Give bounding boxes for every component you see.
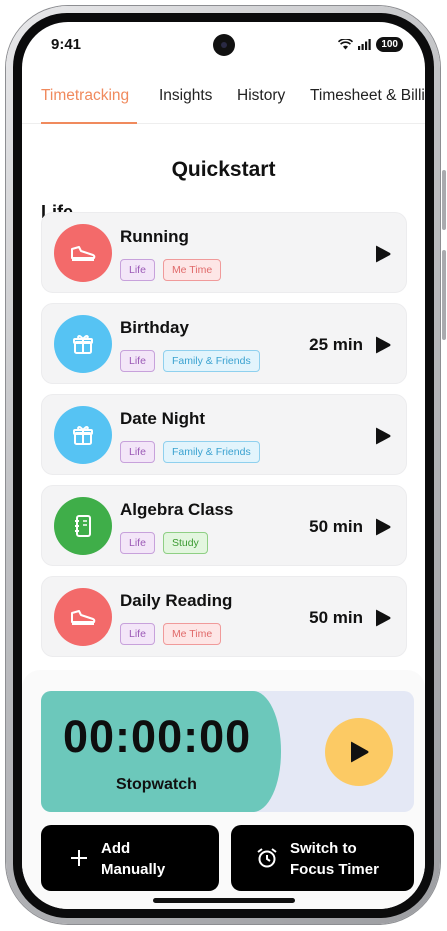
activity-card-running[interactable]: Running Life Me Time <box>41 212 407 293</box>
play-icon <box>351 741 369 763</box>
tag-list: Life Family & Friends <box>120 441 260 463</box>
activity-title: Algebra Class <box>120 500 234 519</box>
tag-list: Life Me Time <box>120 623 222 645</box>
shoe-icon <box>54 588 112 646</box>
gift-icon <box>54 406 112 464</box>
tab-insights[interactable]: Insights <box>159 87 212 105</box>
status-icons: 100 <box>338 37 403 52</box>
tag-life: Life <box>120 623 155 645</box>
app-screen: 9:41 100 Timetracking Insights History T… <box>22 22 425 909</box>
signal-icon <box>358 39 372 50</box>
activity-title: Daily Reading <box>120 591 233 610</box>
battery-indicator: 100 <box>376 37 403 52</box>
tag-life: Life <box>120 532 155 554</box>
shoe-icon <box>54 224 112 282</box>
add-manually-button[interactable]: Add Manually <box>41 825 219 891</box>
play-icon[interactable] <box>374 426 392 446</box>
tag-life: Life <box>120 350 155 372</box>
active-tab-indicator <box>41 122 137 124</box>
add-manually-label: Add Manually <box>101 840 166 878</box>
stopwatch-time: 00:00:00 <box>63 711 252 762</box>
play-icon[interactable] <box>374 608 392 628</box>
tag-family-friends: Family & Friends <box>162 350 260 372</box>
stopwatch-panel: 00:00:00 Stopwatch <box>41 691 414 812</box>
tab-timesheet[interactable]: Timesheet & Billi <box>310 87 425 105</box>
activity-card-birthday[interactable]: Birthday Life Family & Friends 25 min <box>41 303 407 384</box>
side-button <box>442 250 446 340</box>
play-icon[interactable] <box>374 517 392 537</box>
activity-card-algebra-class[interactable]: Algebra Class Life Study 50 min <box>41 485 407 566</box>
activity-card-date-night[interactable]: Date Night Life Family & Friends <box>41 394 407 475</box>
stopwatch-play-button[interactable] <box>325 718 393 786</box>
tab-bar: Timetracking Insights History Timesheet … <box>22 66 425 124</box>
section-title: Quickstart <box>171 158 276 181</box>
play-icon[interactable] <box>374 335 392 355</box>
camera-icon <box>213 34 235 56</box>
status-time: 9:41 <box>51 36 82 53</box>
stopwatch-label: Stopwatch <box>116 776 197 793</box>
tag-life: Life <box>120 441 155 463</box>
tag-me-time: Me Time <box>162 623 222 645</box>
activity-title: Running <box>120 227 189 246</box>
gift-icon <box>54 315 112 373</box>
alarm-clock-icon <box>257 848 277 868</box>
plus-icon <box>71 850 87 866</box>
activity-title: Date Night <box>120 409 205 428</box>
side-button <box>442 170 446 230</box>
tag-list: Life Study <box>120 532 208 554</box>
tab-timetracking[interactable]: Timetracking <box>41 87 129 105</box>
tag-list: Life Me Time <box>120 259 222 281</box>
play-icon[interactable] <box>374 244 392 264</box>
switch-focus-timer-button[interactable]: Switch to Focus Timer <box>231 825 414 891</box>
activity-duration: 50 min <box>309 608 363 627</box>
activity-duration: 50 min <box>309 517 363 536</box>
status-bar: 9:41 100 <box>22 22 425 66</box>
home-indicator[interactable] <box>153 898 295 903</box>
stopwatch-display: 00:00:00 Stopwatch <box>41 691 281 812</box>
wifi-icon <box>338 39 354 50</box>
activity-title: Birthday <box>120 318 189 337</box>
tag-list: Life Family & Friends <box>120 350 260 372</box>
tab-history[interactable]: History <box>237 87 285 105</box>
activity-duration: 25 min <box>309 335 363 354</box>
tag-study: Study <box>162 532 208 554</box>
tag-life: Life <box>120 259 155 281</box>
tag-family-friends: Family & Friends <box>162 441 260 463</box>
notebook-icon <box>54 497 112 555</box>
switch-focus-label: Switch to Focus Timer <box>290 840 379 878</box>
activity-card-daily-reading[interactable]: Daily Reading Life Me Time 50 min <box>41 576 407 657</box>
tag-me-time: Me Time <box>162 259 222 281</box>
